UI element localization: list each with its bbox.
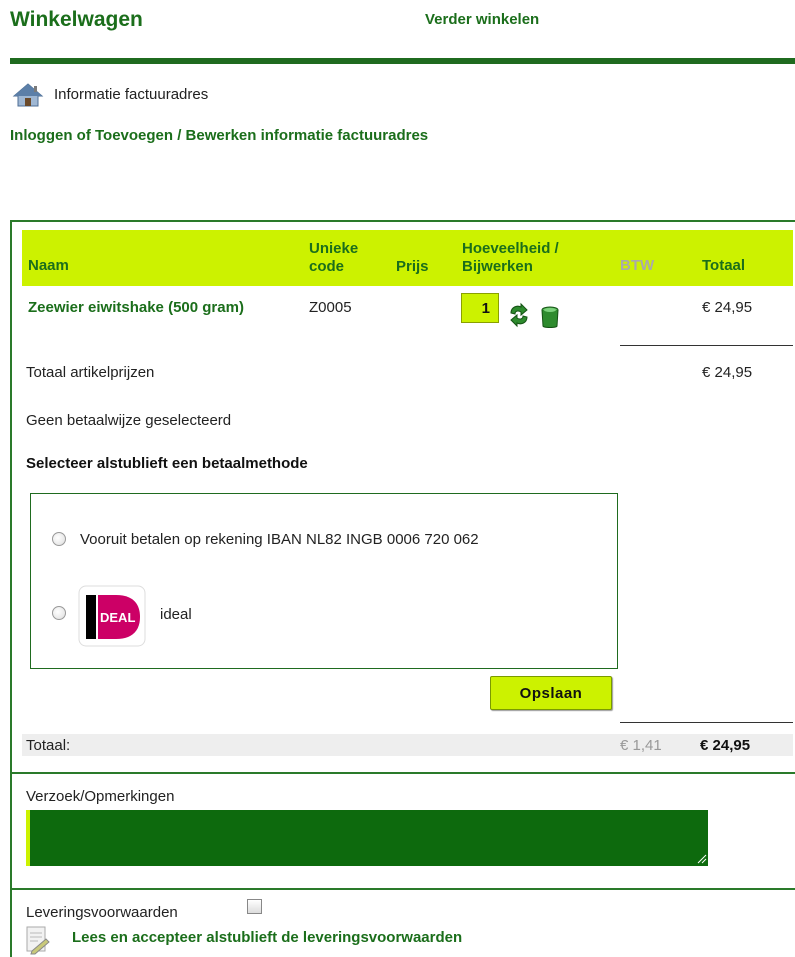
product-total: € 24,95 (702, 299, 753, 316)
payment-option-ideal-label[interactable]: ideal (160, 606, 192, 623)
section-divider (10, 772, 795, 774)
payment-status-text: Geen betaalwijze geselecteerd (26, 412, 232, 429)
total-row (22, 734, 793, 756)
product-code: Z0005 (309, 299, 352, 316)
payment-radio-ideal[interactable] (52, 606, 66, 620)
terms-label: Leveringsvoorwaarden (26, 904, 178, 921)
billing-info-label: Informatie factuuradres (54, 86, 209, 103)
subtotal-divider (620, 345, 793, 346)
column-header-totaal: Totaal (702, 257, 746, 274)
payment-prompt: Selecteer alstublieft een betaalmethode (26, 455, 308, 472)
terms-link[interactable]: Lees en accepteer alstublieft de leverin… (72, 929, 462, 946)
product-name-link[interactable]: Zeewier eiwitshake (500 gram) (28, 299, 244, 316)
column-header-prijs: Prijs (396, 258, 429, 275)
billing-address-link[interactable]: Inloggen of Toevoegen / Bewerken informa… (10, 127, 428, 144)
subtotal-value: € 24,95 (702, 364, 753, 381)
house-icon (12, 83, 44, 107)
total-btw: € 1,41 (620, 737, 662, 754)
ideal-logo-text: DEAL (100, 610, 135, 625)
cart-header-row: Naam Unieke code Prijs Hoeveelheid / Bij… (22, 230, 793, 286)
subtotal-label: Totaal artikelprijzen (26, 364, 155, 381)
terms-checkbox[interactable] (247, 899, 262, 914)
total-value: € 24,95 (700, 737, 751, 754)
total-divider (620, 722, 793, 723)
continue-shopping-link[interactable]: Verder winkelen (425, 11, 539, 28)
save-button[interactable]: Opslaan (490, 676, 612, 710)
payment-radio-bank[interactable] (52, 532, 66, 546)
column-header-naam: Naam (28, 257, 69, 274)
page-title: Winkelwagen (10, 8, 143, 31)
column-header-hoeveelheid: Hoeveelheid / Bijwerken (462, 240, 559, 275)
payment-option-bank-label[interactable]: Vooruit betalen op rekening IBAN NL82 IN… (80, 531, 479, 548)
delete-icon[interactable] (540, 304, 560, 330)
remarks-textarea[interactable] (26, 810, 708, 866)
resize-grip-icon[interactable] (695, 852, 707, 864)
quantity-input[interactable]: 1 (461, 293, 499, 323)
total-label: Totaal: (26, 737, 71, 754)
header-divider (10, 58, 795, 64)
remarks-label: Verzoek/Opmerkingen (26, 788, 175, 805)
column-header-code: Unieke code (309, 240, 359, 275)
section-divider (10, 888, 795, 890)
refresh-icon[interactable] (508, 302, 530, 328)
ideal-logo: DEAL (78, 585, 146, 647)
column-header-btw: BTW (620, 257, 655, 274)
cart-border (10, 220, 795, 222)
note-icon (26, 926, 50, 955)
cart-border (10, 220, 12, 957)
